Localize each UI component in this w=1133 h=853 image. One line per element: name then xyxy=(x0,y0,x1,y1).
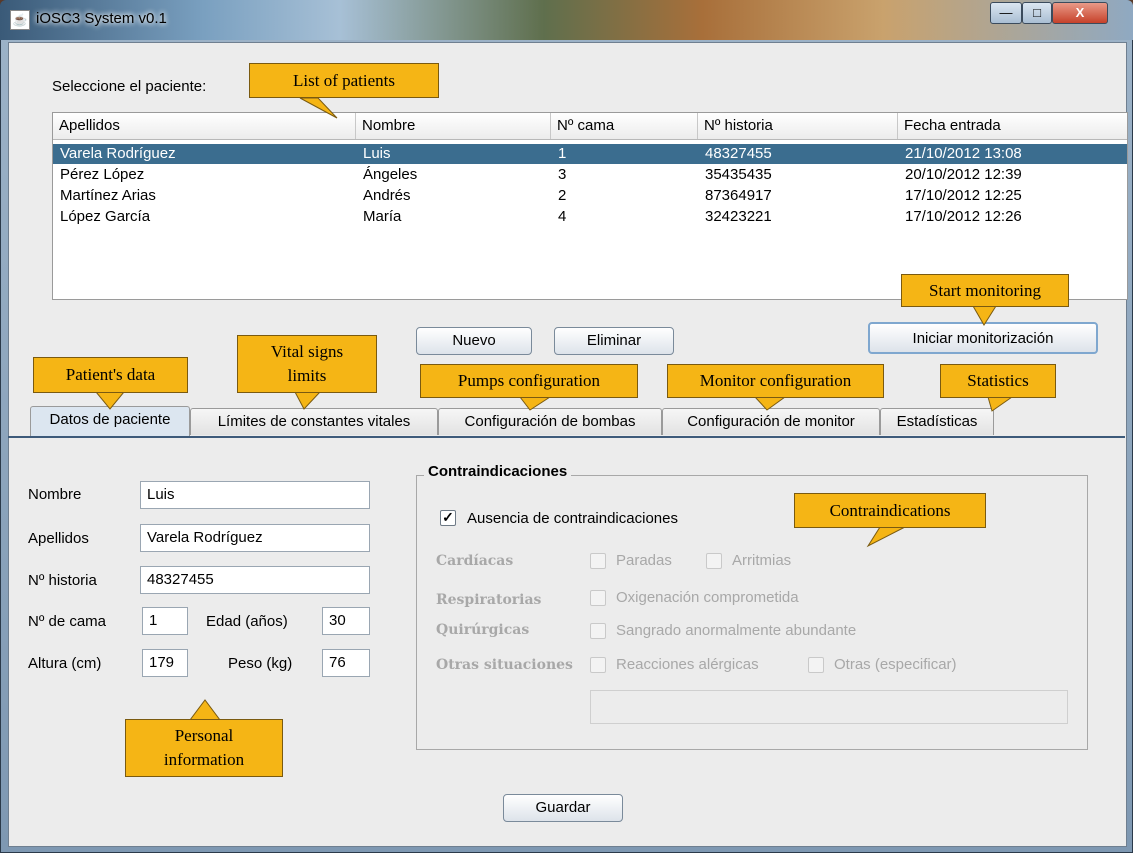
column-header-fecha[interactable]: Fecha entrada xyxy=(898,113,1127,139)
cell-apellidos: López García xyxy=(60,208,151,225)
reacciones-checkbox[interactable] xyxy=(590,657,606,673)
callout-vital-signs-limits: Vital signs limits xyxy=(237,335,377,393)
oxigenacion-label: Oxigenación comprometida xyxy=(616,589,799,606)
cell-fecha: 17/10/2012 12:25 xyxy=(905,187,1022,204)
close-button[interactable]: X xyxy=(1052,2,1108,24)
cell-historia: 87364917 xyxy=(705,187,772,204)
select-patient-label: Seleccione el paciente: xyxy=(52,78,207,95)
paradas-checkbox[interactable] xyxy=(590,553,606,569)
cell-historia: 48327455 xyxy=(705,145,772,162)
ausencia-checkbox[interactable]: ✓ xyxy=(440,510,456,526)
cell-apellidos: Martínez Arias xyxy=(60,187,156,204)
otras-text-field[interactable] xyxy=(590,690,1068,724)
cell-fecha: 20/10/2012 12:39 xyxy=(905,166,1022,183)
quirurgicas-label: Quirúrgicas xyxy=(436,622,530,638)
callout-pumps-configuration: Pumps configuration xyxy=(420,364,638,398)
callout-contraindications: Contraindications xyxy=(794,493,986,528)
tab-configuracion-bombas[interactable]: Configuración de bombas xyxy=(438,408,662,435)
cell-historia: 35435435 xyxy=(705,166,772,183)
callout-personal-line-2: information xyxy=(163,750,245,769)
maximize-button[interactable]: □ xyxy=(1022,2,1052,24)
column-header-apellidos[interactable]: Apellidos xyxy=(53,113,356,139)
table-row[interactable]: López García María 4 32423221 17/10/2012… xyxy=(53,207,1127,227)
edad-label: Edad (años) xyxy=(206,613,288,630)
title-bar[interactable] xyxy=(0,0,1133,40)
altura-field[interactable]: 179 xyxy=(142,649,188,677)
apellidos-label: Apellidos xyxy=(28,530,89,547)
iniciar-monitorizacion-button[interactable]: Iniciar monitorización xyxy=(868,322,1098,354)
java-app-icon: ☕ xyxy=(10,10,30,30)
cell-fecha: 17/10/2012 12:26 xyxy=(905,208,1022,225)
cell-nombre: Ángeles xyxy=(363,166,418,183)
historia-label: Nº historia xyxy=(28,572,97,589)
cama-field[interactable]: 1 xyxy=(142,607,188,635)
cell-historia: 32423221 xyxy=(705,208,772,225)
cell-cama: 4 xyxy=(558,208,567,225)
cell-fecha: 21/10/2012 13:08 xyxy=(905,145,1022,162)
cell-cama: 3 xyxy=(558,166,567,183)
tab-divider xyxy=(8,436,1125,438)
historia-field[interactable]: 48327455 xyxy=(140,566,370,594)
nombre-field[interactable]: Luis xyxy=(140,481,370,509)
cell-apellidos: Varela Rodríguez xyxy=(60,145,176,162)
table-row[interactable]: Pérez López Ángeles 3 35435435 20/10/201… xyxy=(53,165,1127,185)
tab-estadisticas[interactable]: Estadísticas xyxy=(880,408,994,435)
sangrado-label: Sangrado anormalmente abundante xyxy=(616,622,857,639)
callout-start-monitoring: Start monitoring xyxy=(901,274,1069,307)
eliminar-button[interactable]: Eliminar xyxy=(554,327,674,355)
altura-label: Altura (cm) xyxy=(28,655,102,672)
apellidos-field[interactable]: Varela Rodríguez xyxy=(140,524,370,552)
paradas-label: Paradas xyxy=(616,552,672,569)
oxigenacion-checkbox[interactable] xyxy=(590,590,606,606)
edad-field[interactable]: 30 xyxy=(322,607,370,635)
otras-label: Otras (especificar) xyxy=(834,656,957,673)
reacciones-label: Reacciones alérgicas xyxy=(616,656,759,673)
cell-nombre: María xyxy=(363,208,402,225)
column-header-cama[interactable]: Nº cama xyxy=(551,113,698,139)
column-header-nombre[interactable]: Nombre xyxy=(356,113,551,139)
respiratorias-label: Respiratorias xyxy=(436,592,542,608)
callout-vital-line-1: Vital signs xyxy=(270,342,344,361)
callout-list-of-patients: List of patients xyxy=(249,63,439,98)
callout-monitor-configuration: Monitor configuration xyxy=(667,364,884,398)
callout-statistics: Statistics xyxy=(940,364,1056,398)
ausencia-label: Ausencia de contraindicaciones xyxy=(467,510,678,527)
cell-nombre: Andrés xyxy=(363,187,411,204)
tab-datos-paciente[interactable]: Datos de paciente xyxy=(30,406,190,436)
cell-nombre: Luis xyxy=(363,145,391,162)
cell-apellidos: Pérez López xyxy=(60,166,145,183)
sangrado-checkbox[interactable] xyxy=(590,623,606,639)
callout-vital-line-2: limits xyxy=(287,366,327,385)
otras-checkbox[interactable] xyxy=(808,657,824,673)
tab-configuracion-monitor[interactable]: Configuración de monitor xyxy=(662,408,880,435)
callout-personal-information: Personal information xyxy=(125,719,283,777)
cardiacas-label: Cardíacas xyxy=(436,553,514,569)
minimize-button[interactable]: — xyxy=(990,2,1022,24)
otras-situaciones-label: Otras situaciones xyxy=(436,657,573,673)
guardar-button[interactable]: Guardar xyxy=(503,794,623,822)
window-title: iOSC3 System v0.1 xyxy=(36,10,167,27)
patients-table[interactable]: Apellidos Nombre Nº cama Nº historia Fec… xyxy=(52,112,1128,300)
arritmias-checkbox[interactable] xyxy=(706,553,722,569)
table-row-selected[interactable]: Varela Rodríguez Luis 1 48327455 21/10/2… xyxy=(53,144,1127,164)
nuevo-button[interactable]: Nuevo xyxy=(416,327,532,355)
cell-cama: 1 xyxy=(558,145,567,162)
peso-field[interactable]: 76 xyxy=(322,649,370,677)
column-header-historia[interactable]: Nº historia xyxy=(698,113,898,139)
cell-cama: 2 xyxy=(558,187,567,204)
tab-limites-constantes[interactable]: Límites de constantes vitales xyxy=(190,408,438,435)
contraindicaciones-title: Contraindicaciones xyxy=(424,463,572,480)
cama-label: Nº de cama xyxy=(28,613,107,630)
table-row[interactable]: Martínez Arias Andrés 2 87364917 17/10/2… xyxy=(53,186,1127,206)
callout-personal-line-1: Personal xyxy=(174,726,234,745)
arritmias-label: Arritmias xyxy=(732,552,792,569)
table-header: Apellidos Nombre Nº cama Nº historia Fec… xyxy=(53,113,1127,140)
callout-patients-data: Patient's data xyxy=(33,357,188,393)
nombre-label: Nombre xyxy=(28,486,82,503)
peso-label: Peso (kg) xyxy=(228,655,293,672)
